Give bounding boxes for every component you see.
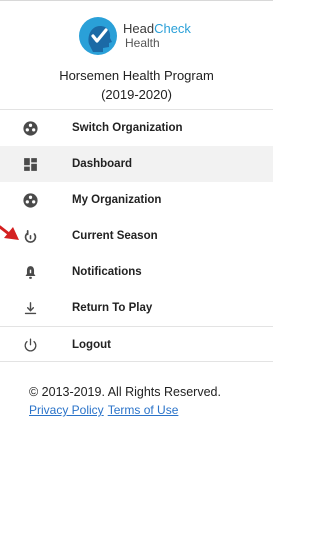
logo-brand-line1: HeadCheck [123, 22, 191, 36]
bell-icon [22, 264, 39, 281]
menu-item-current-season[interactable]: Current Season [0, 218, 273, 254]
download-arrow-icon [22, 300, 39, 317]
headcheck-logo-icon [79, 17, 117, 55]
current-season-icon [22, 228, 39, 245]
menu-label: Return To Play [72, 302, 153, 314]
logo-wordmark: HeadCheck Health [123, 22, 191, 51]
privacy-policy-link[interactable]: Privacy Policy [29, 403, 104, 417]
menu-label: Notifications [72, 266, 142, 278]
divider [0, 361, 273, 362]
dashboard-icon [22, 156, 39, 173]
menu-label: My Organization [72, 194, 162, 206]
organization-icon [22, 192, 39, 209]
organization-header: Horsemen Health Program (2019-2020) [0, 66, 273, 104]
main-menu: Switch Organization Dashboard My Organiz… [0, 110, 273, 363]
menu-item-notifications[interactable]: Notifications [0, 254, 273, 290]
navigation-drawer: HeadCheck Health Horsemen Health Program… [0, 0, 273, 548]
footer: © 2013-2019. All Rights Reserved. Privac… [29, 384, 221, 419]
annotation-arrow-icon [0, 225, 19, 240]
menu-item-return-to-play[interactable]: Return To Play [0, 290, 273, 326]
organization-name: Horsemen Health Program [59, 68, 214, 83]
menu-label: Current Season [72, 230, 158, 242]
logo-brand-part2: Check [154, 21, 191, 36]
menu-item-dashboard[interactable]: Dashboard [0, 146, 273, 182]
menu-label: Dashboard [72, 158, 133, 170]
app-logo: HeadCheck Health [76, 13, 206, 59]
logo-brand-part1: Head [123, 21, 155, 36]
menu-item-logout[interactable]: Logout [0, 326, 273, 363]
terms-of-use-link[interactable]: Terms of Use [108, 403, 179, 417]
menu-label: Switch Organization [72, 122, 183, 134]
organization-icon [22, 120, 39, 137]
organization-season: (2019-2020) [101, 87, 172, 102]
power-icon [22, 337, 39, 354]
logo-brand-line2: Health [125, 36, 160, 50]
menu-item-switch-organization[interactable]: Switch Organization [0, 110, 273, 146]
copyright-text: © 2013-2019. All Rights Reserved. [29, 385, 221, 399]
footer-links: Privacy Policy Terms of Use [29, 402, 221, 419]
menu-item-my-organization[interactable]: My Organization [0, 182, 273, 218]
menu-label: Logout [72, 339, 111, 351]
